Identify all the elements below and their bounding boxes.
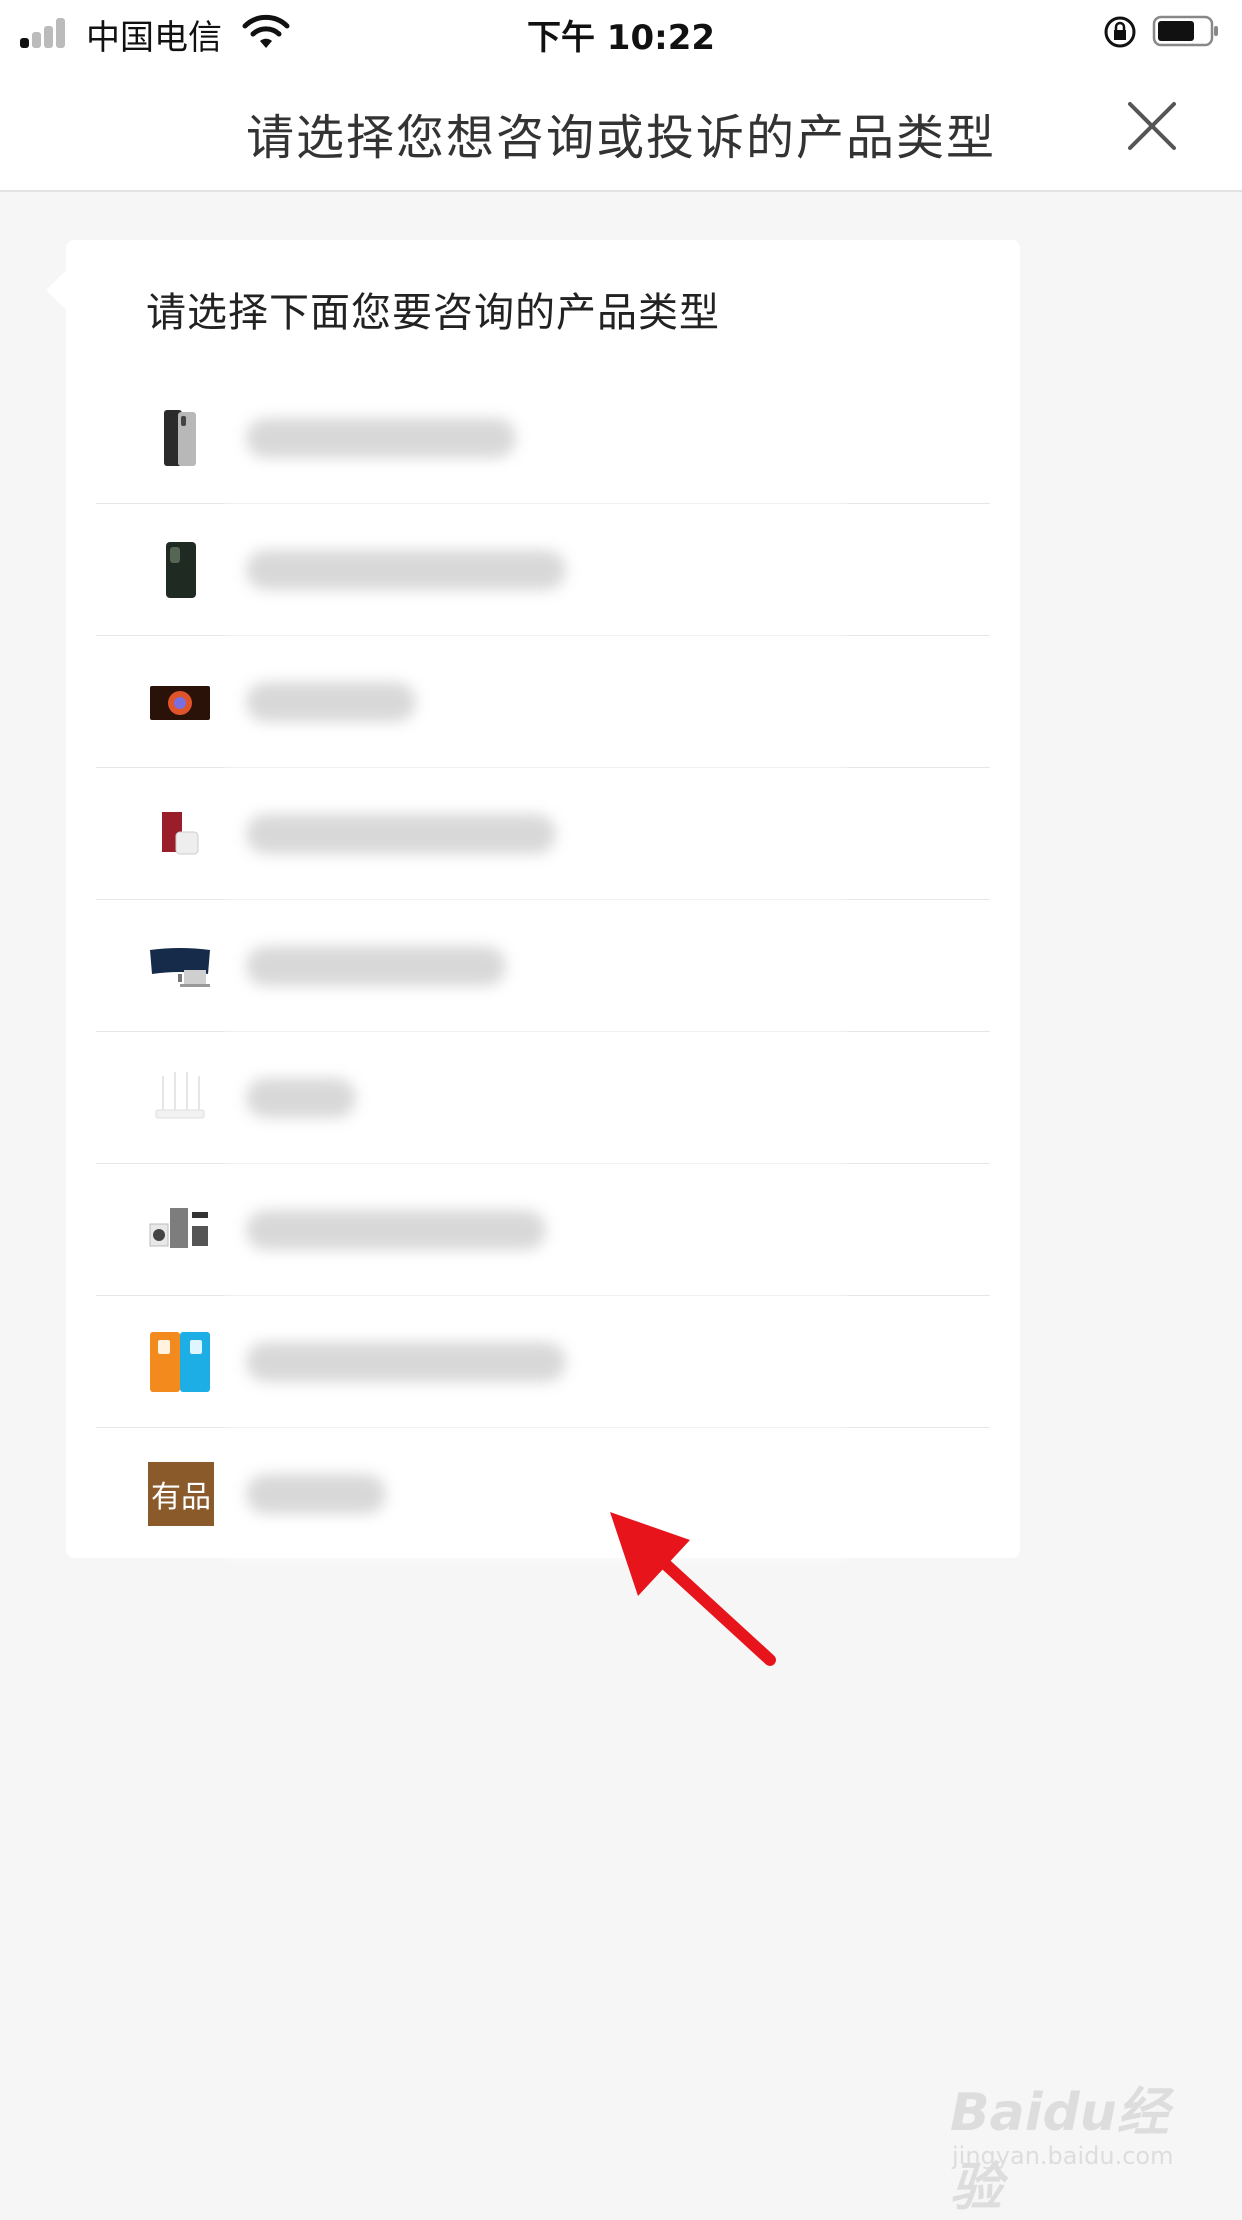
product-type-item[interactable] (96, 636, 990, 768)
product-type-label (246, 1210, 546, 1250)
product-type-item[interactable] (96, 1296, 990, 1428)
orientation-lock-icon (1104, 16, 1136, 48)
router-thumbnail (155, 1072, 205, 1119)
baidu-watermark: Baidu经验 jingyan.baidu.com (950, 2070, 1220, 2218)
product-type-item[interactable] (96, 504, 990, 636)
close-icon[interactable] (1124, 98, 1180, 154)
tv-thumbnail (150, 686, 210, 720)
product-type-label (246, 814, 556, 854)
product-type-item[interactable] (96, 768, 990, 900)
product-type-item[interactable] (96, 900, 990, 1032)
card-pointer (46, 270, 86, 310)
product-type-item[interactable] (96, 372, 990, 504)
watermark-sub: jingyan.baidu.com (952, 2142, 1174, 2170)
product-type-item[interactable]: 有品 (96, 1428, 990, 1560)
product-type-item[interactable] (96, 1164, 990, 1296)
battery-icon (1152, 15, 1218, 47)
monitor-laptop-thumbnail (150, 948, 210, 987)
status-time: 下午 10:22 (526, 18, 716, 58)
product-type-label (246, 682, 416, 722)
product-type-label (246, 418, 516, 458)
product-type-label (246, 1474, 386, 1514)
home-appliance-thumbnail (149, 1208, 208, 1248)
phone-silver-thumbnail (164, 410, 196, 466)
red-box-product-thumbnail (162, 812, 199, 855)
product-type-label (246, 1342, 566, 1382)
phone-dark-thumbnail (166, 542, 196, 598)
product-type-list: 有品 (96, 372, 990, 1560)
product-type-item[interactable] (96, 1032, 990, 1164)
status-bar: 中国电信 下午 10:22 (0, 0, 1242, 62)
sim-card-thumbnail (150, 1332, 210, 1392)
product-type-card: 请选择下面您要咨询的产品类型 有品 (46, 240, 1020, 1560)
page-title: 请选择您想咨询或投诉的产品类型 (245, 110, 996, 166)
product-type-label (246, 946, 506, 986)
annotation-arrow-icon (610, 1512, 776, 1666)
youpin-logo: 有品 (148, 1462, 214, 1526)
product-type-label (246, 550, 566, 590)
page-header: 请选择您想咨询或投诉的产品类型 (0, 62, 1242, 192)
product-type-label (246, 1078, 356, 1118)
card-title: 请选择下面您要咨询的产品类型 (146, 290, 720, 336)
